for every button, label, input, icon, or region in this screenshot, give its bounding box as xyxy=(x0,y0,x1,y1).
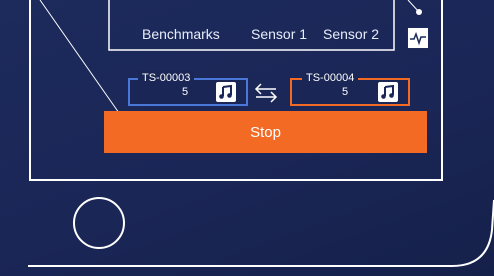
music-note-icon[interactable] xyxy=(378,82,398,102)
source-id-label: TS-00003 xyxy=(138,71,195,85)
source-box-right[interactable]: TS-00004 5 xyxy=(290,71,410,106)
stop-button[interactable]: Stop xyxy=(104,111,427,153)
tab-sensor-2[interactable]: Sensor 2 xyxy=(323,26,379,42)
tab-benchmarks[interactable]: Benchmarks xyxy=(142,26,220,42)
swap-arrows-icon[interactable] xyxy=(253,82,279,104)
music-note-icon[interactable] xyxy=(216,82,236,102)
chart-icon[interactable] xyxy=(407,27,429,49)
source-box-left[interactable]: TS-00003 5 xyxy=(128,71,248,106)
source-count: 5 xyxy=(182,86,189,98)
source-id-label: TS-00004 xyxy=(302,71,359,85)
tab-sensor-1[interactable]: Sensor 1 xyxy=(251,26,307,42)
home-button[interactable] xyxy=(73,197,125,249)
source-count: 5 xyxy=(342,86,349,98)
